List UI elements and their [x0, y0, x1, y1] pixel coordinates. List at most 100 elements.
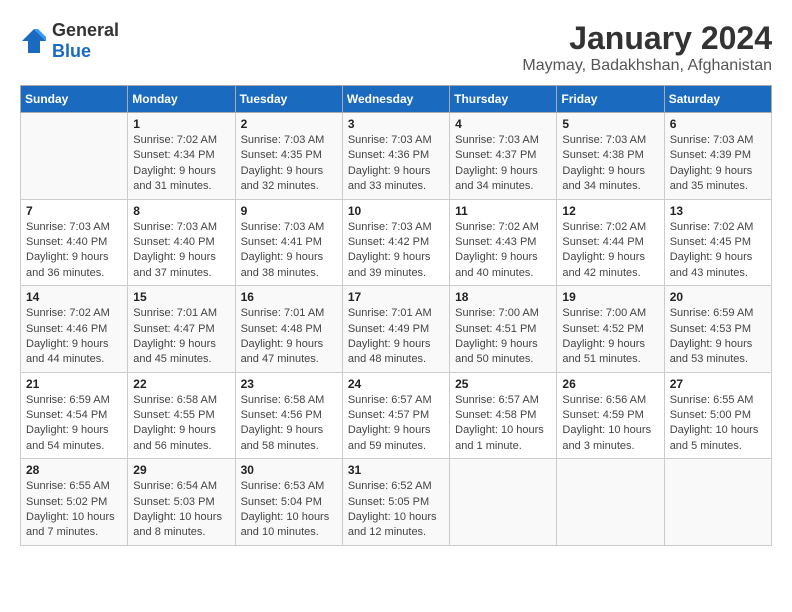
weekday-header-tuesday: Tuesday [235, 86, 342, 113]
calendar-body: 1 Sunrise: 7:02 AMSunset: 4:34 PMDaylight… [21, 113, 772, 546]
logo: General Blue [20, 20, 119, 62]
day-number: 10 [348, 204, 444, 218]
day-info: Sunrise: 6:53 AMSunset: 5:04 PMDaylight:… [241, 479, 337, 541]
calendar-cell: 3Sunrise: 7:03 AMSunset: 4:36 PMDaylight… [342, 113, 449, 200]
day-number: 27 [670, 377, 766, 391]
weekday-header-saturday: Saturday [664, 86, 771, 113]
day-number: 9 [241, 204, 337, 218]
day-info: Sunrise: 6:54 AMSunset: 5:03 PMDaylight:… [133, 479, 229, 541]
calendar-week-row: 14Sunrise: 7:02 AMSunset: 4:46 PMDayligh… [21, 286, 772, 373]
day-number: 21 [26, 377, 122, 391]
calendar-cell: 26 Sunrise: 6:56 AMSunset: 4:59 PMDayligh… [557, 372, 664, 459]
day-info: Sunrise: 7:03 AMSunset: 4:38 PMDaylight:… [562, 133, 658, 195]
calendar-cell: 1 Sunrise: 7:02 AMSunset: 4:34 PMDaylight… [128, 113, 235, 200]
calendar-cell: 11 Sunrise: 7:02 AMSunset: 4:43 PMDayligh… [450, 199, 557, 286]
day-number: 24 [348, 377, 444, 391]
calendar-cell: 9 Sunrise: 7:03 AMSunset: 4:41 PMDaylight… [235, 199, 342, 286]
day-info: Sunrise: 6:58 AMSunset: 4:56 PMDaylight:… [241, 393, 337, 455]
calendar-cell: 10 Sunrise: 7:03 AMSunset: 4:42 PMDayligh… [342, 199, 449, 286]
day-info: Sunrise: 6:57 AMSunset: 4:57 PMDaylight:… [348, 393, 444, 455]
day-info: Sunrise: 7:02 AMSunset: 4:43 PMDaylight:… [455, 220, 551, 282]
day-info: Sunrise: 6:56 AMSunset: 4:59 PMDaylight:… [562, 393, 658, 455]
day-number: 5 [562, 117, 658, 131]
day-number: 11 [455, 204, 551, 218]
calendar-cell [21, 113, 128, 200]
day-number: 30 [241, 463, 337, 477]
day-number: 12 [562, 204, 658, 218]
calendar-cell: 22Sunrise: 6:58 AMSunset: 4:55 PMDayligh… [128, 372, 235, 459]
day-info: Sunrise: 6:57 AMSunset: 4:58 PMDaylight:… [455, 393, 551, 455]
day-number: 31 [348, 463, 444, 477]
calendar-cell: 6 Sunrise: 7:03 AMSunset: 4:39 PMDaylight… [664, 113, 771, 200]
day-number: 26 [562, 377, 658, 391]
day-number: 2 [241, 117, 337, 131]
calendar-cell: 2 Sunrise: 7:03 AMSunset: 4:35 PMDaylight… [235, 113, 342, 200]
day-info: Sunrise: 6:52 AMSunset: 5:05 PMDaylight:… [348, 479, 444, 541]
day-number: 15 [133, 290, 229, 304]
page-header: General Blue January 2024 Maymay, Badakh… [20, 20, 772, 75]
calendar-cell: 28Sunrise: 6:55 AMSunset: 5:02 PMDayligh… [21, 459, 128, 546]
weekday-header-wednesday: Wednesday [342, 86, 449, 113]
day-number: 17 [348, 290, 444, 304]
day-info: Sunrise: 6:55 AMSunset: 5:00 PMDaylight:… [670, 393, 766, 455]
day-info: Sunrise: 7:03 AMSunset: 4:42 PMDaylight:… [348, 220, 444, 282]
day-info: Sunrise: 7:02 AMSunset: 4:34 PMDaylight:… [133, 133, 229, 195]
day-number: 13 [670, 204, 766, 218]
calendar-cell: 27 Sunrise: 6:55 AMSunset: 5:00 PMDayligh… [664, 372, 771, 459]
day-info: Sunrise: 7:03 AMSunset: 4:40 PMDaylight:… [26, 220, 122, 282]
logo-blue-text: Blue [52, 41, 91, 61]
calendar-cell: 12Sunrise: 7:02 AMSunset: 4:44 PMDayligh… [557, 199, 664, 286]
title-area: January 2024 Maymay, Badakhshan, Afghani… [522, 20, 772, 75]
day-info: Sunrise: 7:00 AMSunset: 4:51 PMDaylight:… [455, 306, 551, 368]
day-number: 8 [133, 204, 229, 218]
day-number: 23 [241, 377, 337, 391]
calendar-cell: 23 Sunrise: 6:58 AMSunset: 4:56 PMDayligh… [235, 372, 342, 459]
day-info: Sunrise: 7:03 AMSunset: 4:37 PMDaylight:… [455, 133, 551, 195]
day-number: 25 [455, 377, 551, 391]
day-number: 22 [133, 377, 229, 391]
weekday-header-row: SundayMondayTuesdayWednesdayThursdayFrid… [21, 86, 772, 113]
calendar-week-row: 7 Sunrise: 7:03 AMSunset: 4:40 PMDaylight… [21, 199, 772, 286]
day-number: 7 [26, 204, 122, 218]
calendar-cell: 15 Sunrise: 7:01 AMSunset: 4:47 PMDayligh… [128, 286, 235, 373]
calendar-cell [450, 459, 557, 546]
calendar-cell: 8 Sunrise: 7:03 AMSunset: 4:40 PMDaylight… [128, 199, 235, 286]
calendar-cell: 13 Sunrise: 7:02 AMSunset: 4:45 PMDayligh… [664, 199, 771, 286]
calendar-table: SundayMondayTuesdayWednesdayThursdayFrid… [20, 85, 772, 546]
day-number: 19 [562, 290, 658, 304]
day-number: 29 [133, 463, 229, 477]
calendar-week-row: 1 Sunrise: 7:02 AMSunset: 4:34 PMDaylight… [21, 113, 772, 200]
calendar-cell: 29 Sunrise: 6:54 AMSunset: 5:03 PMDayligh… [128, 459, 235, 546]
day-info: Sunrise: 7:03 AMSunset: 4:35 PMDaylight:… [241, 133, 337, 195]
day-info: Sunrise: 6:55 AMSunset: 5:02 PMDaylight:… [26, 479, 122, 541]
day-info: Sunrise: 7:03 AMSunset: 4:40 PMDaylight:… [133, 220, 229, 282]
calendar-cell: 7 Sunrise: 7:03 AMSunset: 4:40 PMDaylight… [21, 199, 128, 286]
calendar-week-row: 28Sunrise: 6:55 AMSunset: 5:02 PMDayligh… [21, 459, 772, 546]
calendar-cell: 30 Sunrise: 6:53 AMSunset: 5:04 PMDayligh… [235, 459, 342, 546]
day-number: 20 [670, 290, 766, 304]
calendar-cell: 17 Sunrise: 7:01 AMSunset: 4:49 PMDayligh… [342, 286, 449, 373]
logo-general-text: General [52, 20, 119, 40]
weekday-header-thursday: Thursday [450, 86, 557, 113]
calendar-cell: 14Sunrise: 7:02 AMSunset: 4:46 PMDayligh… [21, 286, 128, 373]
calendar-cell: 20Sunrise: 6:59 AMSunset: 4:53 PMDayligh… [664, 286, 771, 373]
day-info: Sunrise: 7:02 AMSunset: 4:45 PMDaylight:… [670, 220, 766, 282]
calendar-cell: 16Sunrise: 7:01 AMSunset: 4:48 PMDayligh… [235, 286, 342, 373]
day-info: Sunrise: 7:03 AMSunset: 4:39 PMDaylight:… [670, 133, 766, 195]
calendar-cell: 19 Sunrise: 7:00 AMSunset: 4:52 PMDayligh… [557, 286, 664, 373]
calendar-header: SundayMondayTuesdayWednesdayThursdayFrid… [21, 86, 772, 113]
day-info: Sunrise: 7:01 AMSunset: 4:47 PMDaylight:… [133, 306, 229, 368]
calendar-cell: 25 Sunrise: 6:57 AMSunset: 4:58 PMDayligh… [450, 372, 557, 459]
day-number: 4 [455, 117, 551, 131]
day-number: 16 [241, 290, 337, 304]
calendar-cell: 21 Sunrise: 6:59 AMSunset: 4:54 PMDayligh… [21, 372, 128, 459]
day-info: Sunrise: 7:01 AMSunset: 4:49 PMDaylight:… [348, 306, 444, 368]
calendar-week-row: 21 Sunrise: 6:59 AMSunset: 4:54 PMDayligh… [21, 372, 772, 459]
weekday-header-monday: Monday [128, 86, 235, 113]
day-info: Sunrise: 7:03 AMSunset: 4:41 PMDaylight:… [241, 220, 337, 282]
day-info: Sunrise: 6:59 AMSunset: 4:54 PMDaylight:… [26, 393, 122, 455]
day-info: Sunrise: 7:00 AMSunset: 4:52 PMDaylight:… [562, 306, 658, 368]
day-number: 1 [133, 117, 229, 131]
day-number: 6 [670, 117, 766, 131]
calendar-cell: 5 Sunrise: 7:03 AMSunset: 4:38 PMDaylight… [557, 113, 664, 200]
